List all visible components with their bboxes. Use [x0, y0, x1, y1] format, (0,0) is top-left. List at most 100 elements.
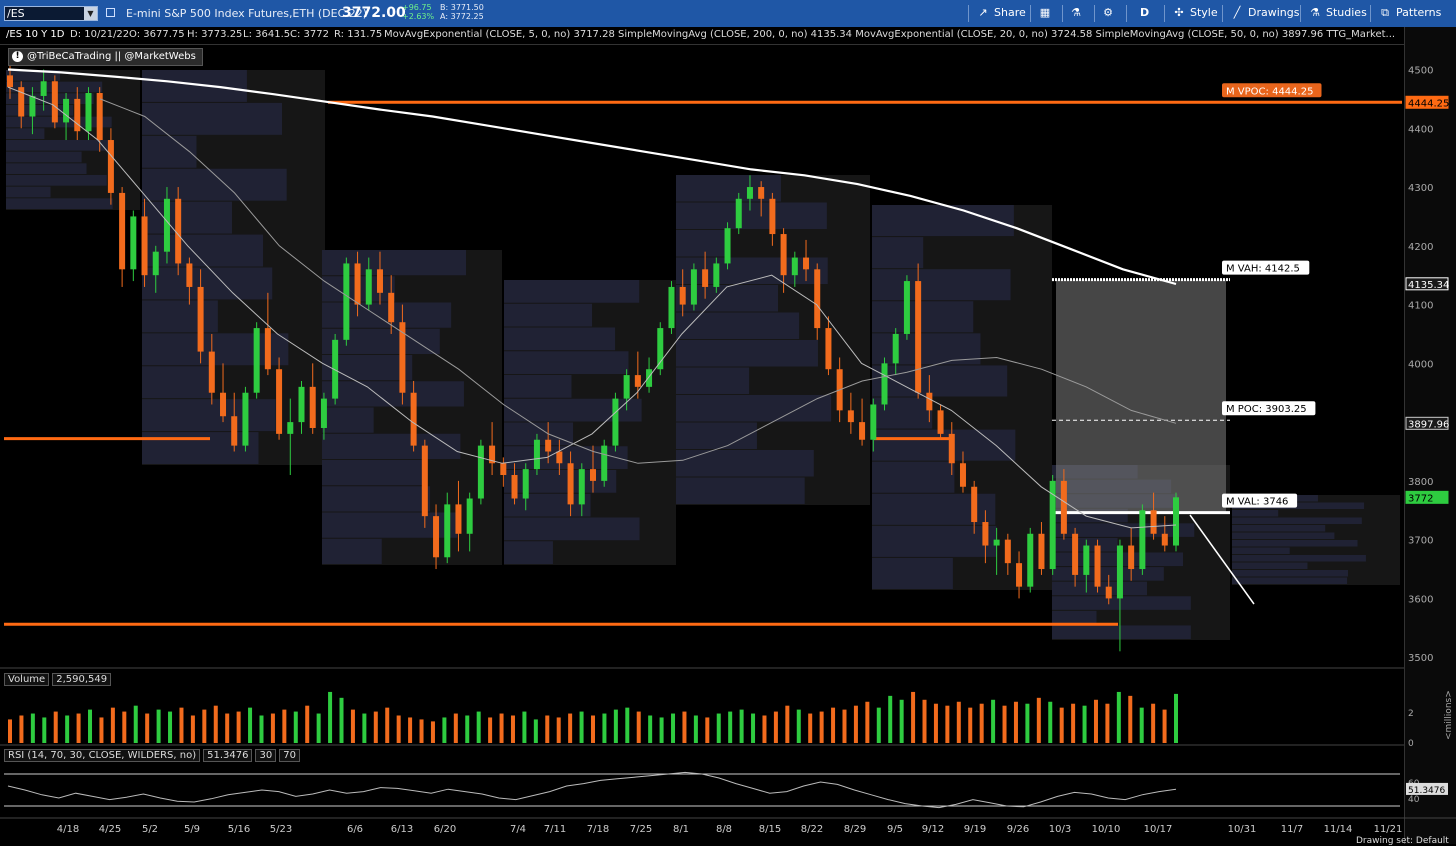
volume-profile-bar: [6, 81, 103, 93]
bar-high: H: 3773.25: [187, 29, 243, 40]
volume-bar: [168, 711, 173, 743]
volume-profile-bar: [142, 432, 259, 464]
volume-bar: [1105, 703, 1110, 743]
candle-body: [590, 469, 596, 481]
candle-body: [74, 98, 81, 132]
volume-profile-bar: [6, 116, 112, 128]
candle-body: [7, 75, 13, 88]
volume-profile-bar: [1232, 555, 1366, 562]
volume-profile-block: [1052, 465, 1230, 640]
candle-body: [466, 498, 473, 534]
volume-bar: [408, 717, 413, 743]
candle-body: [982, 522, 989, 546]
volume-profile-bar: [504, 446, 628, 469]
volume-profile-bar: [6, 128, 45, 139]
volume-profile-block: [1232, 495, 1400, 585]
price-chart[interactable]: 4500440043004200410040003900380037003600…: [0, 0, 1456, 844]
x-tick-label: 5/23: [270, 824, 292, 835]
period-button[interactable]: D: [1140, 5, 1149, 21]
volume-bar: [1059, 707, 1064, 743]
last-price: 3772.00: [342, 5, 406, 21]
annotation-box: [1222, 401, 1316, 416]
candle-body: [948, 433, 955, 464]
volume-profile-bar: [872, 269, 1011, 301]
grid-button[interactable]: ▦: [1038, 5, 1056, 21]
candle-body: [343, 263, 350, 340]
annotation-box: [1222, 260, 1310, 275]
chevron-down-icon[interactable]: ▼: [84, 7, 97, 20]
share-button[interactable]: ↗ Share: [976, 5, 1025, 21]
volume-bar: [1162, 709, 1167, 743]
volume-bar: [773, 711, 778, 743]
volume-bar: [819, 711, 824, 743]
candle-body: [163, 198, 170, 252]
candle-body: [1128, 545, 1135, 570]
sma50-line: [99, 98, 1177, 464]
x-tick-label: 10/10: [1092, 824, 1121, 835]
annotation-box: [1222, 493, 1298, 508]
volume-bar: [328, 691, 333, 743]
volume-profile-bar: [142, 399, 276, 432]
watermark: ! @TriBeCaTrading || @MarketWebs: [8, 48, 203, 66]
volume-bar: [293, 711, 298, 743]
chart-info-bar: /ES 10 Y 1D D: 10/21/22 O: 3677.75 H: 37…: [0, 27, 1404, 45]
candle-body: [298, 386, 305, 423]
bar-close: C: 3772: [290, 29, 329, 40]
candle-body: [567, 463, 574, 505]
style-button[interactable]: ✣ Style: [1172, 5, 1217, 21]
candle-body: [354, 263, 361, 305]
candle-body: [511, 475, 518, 499]
volume-profile-bar: [322, 486, 431, 512]
x-tick-label: 11/14: [1324, 824, 1353, 835]
candle-body: [1038, 533, 1045, 570]
link-icon[interactable]: [106, 8, 115, 17]
flask-button[interactable]: ⚗: [1069, 5, 1087, 21]
volume-profile-bar: [142, 366, 212, 399]
patterns-button[interactable]: ⧉ Patterns: [1378, 5, 1441, 21]
studies-button[interactable]: ⚗ Studies: [1308, 5, 1367, 21]
volume-bar: [122, 711, 127, 743]
volume-bar: [88, 709, 93, 743]
volume-bar: [842, 709, 847, 743]
candle-body: [444, 504, 451, 558]
symbol-selector[interactable]: ▼: [4, 6, 98, 21]
candle-body: [881, 363, 888, 405]
candle-body: [533, 439, 540, 470]
x-tick-label: 7/11: [544, 824, 566, 835]
volume-value: 2,590,549: [52, 673, 112, 686]
x-tick-label: 10/3: [1049, 824, 1071, 835]
gear-icon: ⚙: [1103, 6, 1113, 19]
symbol-description: E-mini S&P 500 Index Futures,ETH (DEC 22…: [126, 7, 368, 20]
volume-profile-bar: [322, 302, 452, 328]
volume-bar: [248, 707, 253, 743]
x-tick-label: 8/1: [673, 824, 689, 835]
volume-profile-bar: [6, 186, 51, 198]
volume-bar: [762, 715, 767, 743]
volume-profile-bar: [142, 201, 232, 234]
candle-body: [903, 281, 910, 334]
x-tick-label: 7/18: [587, 824, 609, 835]
symbol-input[interactable]: [7, 7, 85, 20]
volume-profile-block: [6, 70, 140, 210]
volume-profile-bar: [1232, 525, 1326, 532]
candle-body: [926, 392, 933, 411]
volume-bar: [556, 717, 561, 743]
candle-body: [264, 328, 271, 370]
volume-bar: [350, 709, 355, 743]
drawings-button[interactable]: ╱ Drawings: [1230, 5, 1300, 21]
price-axis[interactable]: [1404, 27, 1456, 844]
volume-profile-bar: [504, 493, 591, 517]
settings-button[interactable]: ⚙: [1101, 5, 1119, 21]
candle-body: [545, 439, 552, 452]
volume-profile-bar: [1232, 540, 1358, 547]
volume-bar: [579, 711, 584, 743]
candle-body: [1049, 480, 1056, 570]
volume-profile-bar: [6, 70, 61, 81]
candle-body: [1116, 545, 1123, 599]
candle-body: [332, 339, 339, 399]
annotation-label: M VPOC: 4444.25: [1226, 86, 1313, 97]
volume-bar: [270, 713, 275, 743]
candle-body: [522, 469, 529, 499]
candle-body: [746, 187, 753, 199]
volume-profile-bar: [872, 557, 953, 589]
